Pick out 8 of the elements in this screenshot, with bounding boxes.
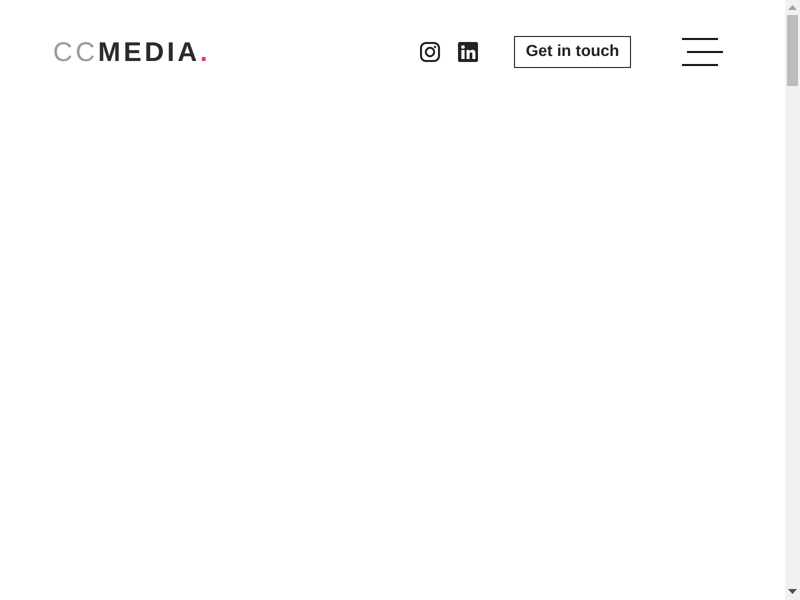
get-in-touch-button[interactable]: Get in touch: [514, 36, 631, 68]
menu-icon[interactable]: [682, 38, 723, 66]
linkedin-icon[interactable]: [458, 42, 478, 62]
instagram-icon[interactable]: [420, 42, 440, 62]
scrollbar[interactable]: [785, 0, 800, 600]
scrollbar-thumb[interactable]: [787, 15, 798, 86]
scroll-down-arrow-icon[interactable]: [788, 589, 797, 594]
logo[interactable]: CC MEDIA.: [53, 36, 211, 68]
